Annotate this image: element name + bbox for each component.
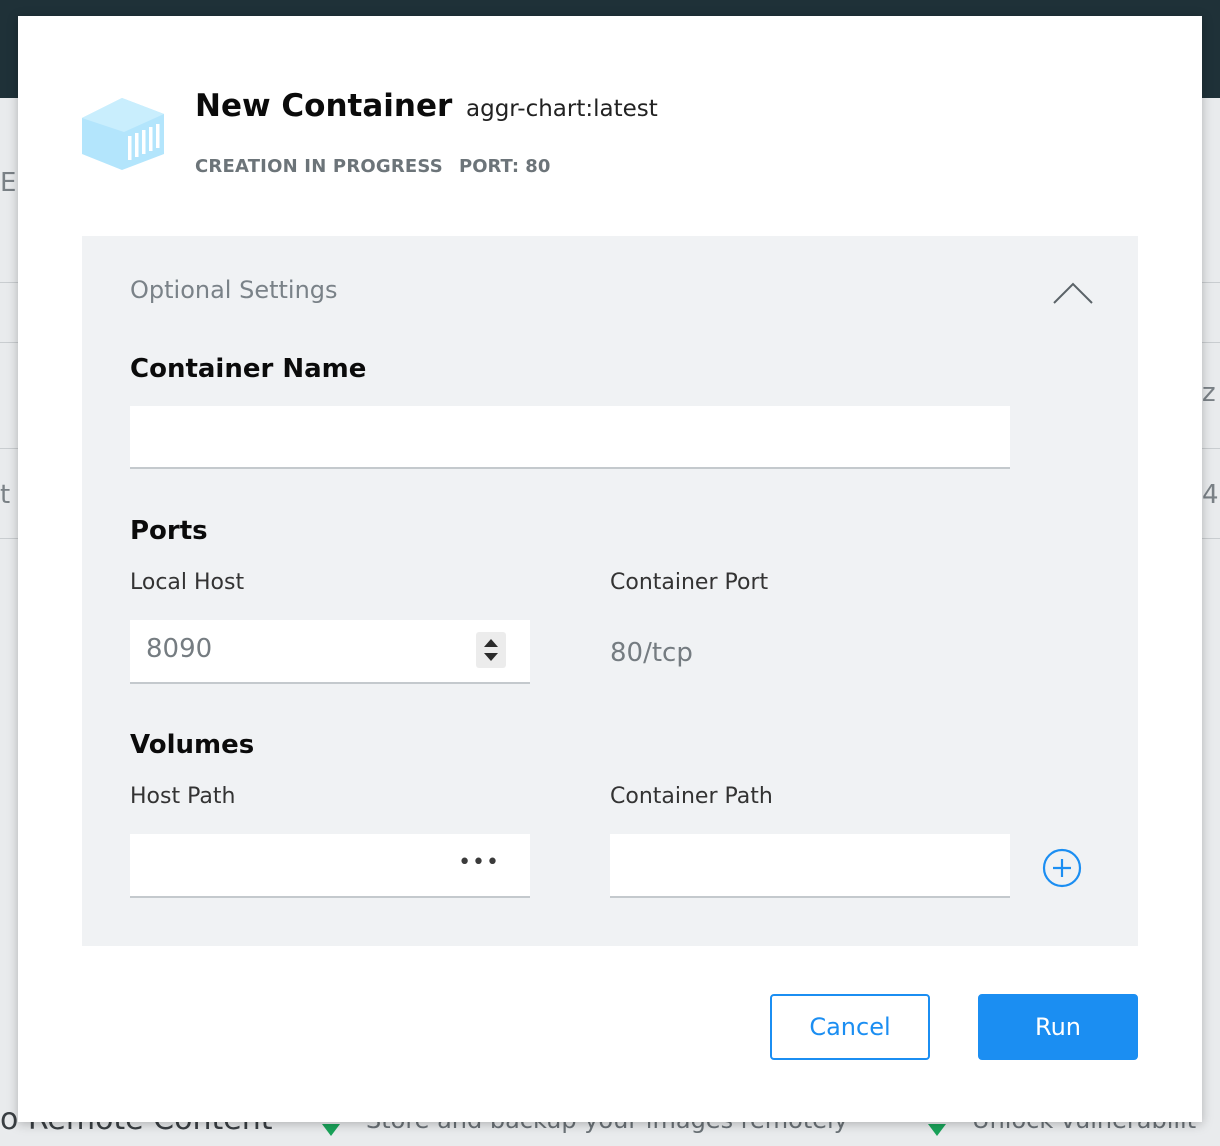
background-text-fragment: E — [0, 168, 17, 198]
ports-heading: Ports — [130, 516, 208, 546]
optional-settings-panel: Optional Settings Container Name Ports L… — [82, 236, 1138, 946]
local-host-port-value: 8090 — [146, 634, 213, 664]
container-name-input[interactable] — [130, 406, 1010, 469]
local-host-label: Local Host — [130, 570, 245, 595]
background-text-fragment: z — [1202, 378, 1216, 408]
chevron-up-icon[interactable] — [1052, 280, 1094, 306]
new-container-dialog: New Container aggr-chart:latest CREATION… — [18, 16, 1202, 1122]
container-cube-icon — [82, 98, 164, 170]
check-icon — [928, 1124, 946, 1136]
dialog-title: New Container — [195, 88, 453, 124]
local-host-port-input[interactable]: 8090 — [130, 620, 530, 684]
background-text-fragment: t — [0, 480, 11, 510]
host-path-input[interactable]: ••• — [130, 834, 530, 898]
image-tag: aggr-chart:latest — [466, 96, 658, 122]
optional-settings-heading: Optional Settings — [130, 276, 338, 304]
volumes-heading: Volumes — [130, 730, 255, 760]
host-path-label: Host Path — [130, 784, 236, 809]
container-name-heading: Container Name — [130, 354, 367, 384]
run-button[interactable]: Run — [978, 994, 1138, 1060]
stepper-down-icon[interactable] — [484, 653, 498, 661]
container-path-label: Container Path — [610, 784, 773, 809]
background-text-fragment: 4. — [1202, 480, 1220, 510]
cancel-button[interactable]: Cancel — [770, 994, 930, 1060]
container-port-label: Container Port — [610, 570, 769, 595]
stepper-up-icon[interactable] — [484, 639, 498, 647]
port-text: PORT: 80 — [459, 156, 551, 177]
container-port-value: 80/tcp — [610, 638, 693, 668]
container-path-input[interactable] — [610, 834, 1010, 898]
plus-circle-icon[interactable] — [1042, 848, 1082, 888]
port-stepper[interactable] — [476, 632, 506, 668]
browse-button[interactable]: ••• — [458, 850, 500, 875]
check-icon — [322, 1124, 340, 1136]
status-text: CREATION IN PROGRESS — [195, 156, 443, 177]
